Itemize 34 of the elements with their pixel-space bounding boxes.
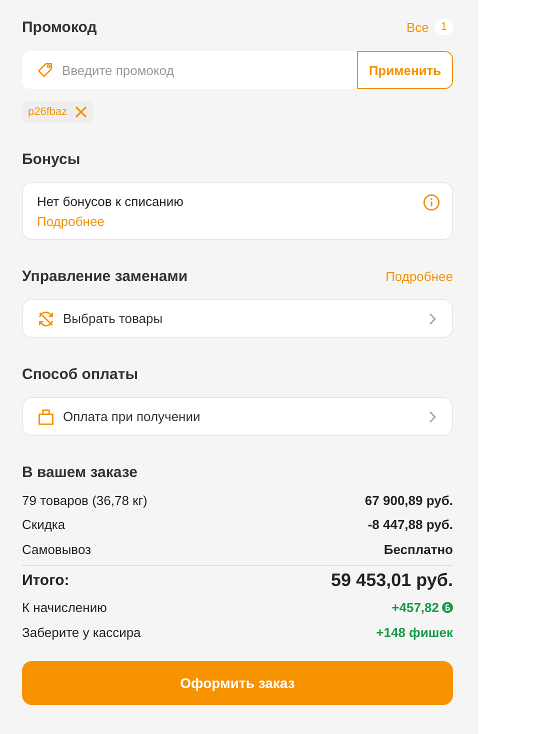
bonus-text: Нет бонусов к списанию xyxy=(37,194,184,209)
summary-value: +148 фишек xyxy=(376,624,453,640)
chevron-icon xyxy=(429,410,436,422)
swap-icon xyxy=(37,310,55,328)
details-link[interactable]: Подробнее xyxy=(37,214,104,229)
promo-field[interactable]: Введите промокод xyxy=(22,51,357,89)
section-title: Промокод xyxy=(22,18,97,36)
apply-button[interactable]: Применить xyxy=(357,51,453,89)
summary-value: 59 453,01 руб. xyxy=(331,570,453,591)
summary-value: Бесплатно xyxy=(384,542,453,557)
checkout-button[interactable]: Оформить заказ xyxy=(22,660,453,704)
summary-label: Итого: xyxy=(22,572,70,589)
summary-value: +457,82 xyxy=(392,600,439,616)
summary-label: Скидка xyxy=(22,517,66,532)
chevron-icon xyxy=(429,312,436,324)
select-items-row[interactable]: Выбрать товары xyxy=(22,299,453,338)
details-link[interactable]: Подробнее xyxy=(386,268,453,284)
summary-label: Заберите у кассира xyxy=(22,624,141,640)
close-icon[interactable] xyxy=(75,106,88,118)
count-badge: 1 xyxy=(434,19,453,35)
section-title: В вашем заказе xyxy=(22,464,138,480)
bag-icon xyxy=(37,408,55,426)
summary-value: 67 900,89 руб. xyxy=(364,492,453,508)
payment-row[interactable]: Оплата при получении xyxy=(22,397,453,436)
summary-label: 79 товаров (36,78 кг) xyxy=(22,492,148,508)
info-icon[interactable] xyxy=(423,194,440,211)
summary-value: -8 447,88 руб. xyxy=(368,517,453,532)
section-title: Бонусы xyxy=(22,150,80,168)
section-title: Управление заменами xyxy=(22,268,188,284)
summary-label: Самовывоз xyxy=(22,542,91,557)
summary-label: К начислению xyxy=(22,600,107,616)
section-title: Способ оплаты xyxy=(22,366,138,382)
promo-code: p26fbaz xyxy=(28,106,68,118)
all-link[interactable]: Все xyxy=(406,20,429,34)
